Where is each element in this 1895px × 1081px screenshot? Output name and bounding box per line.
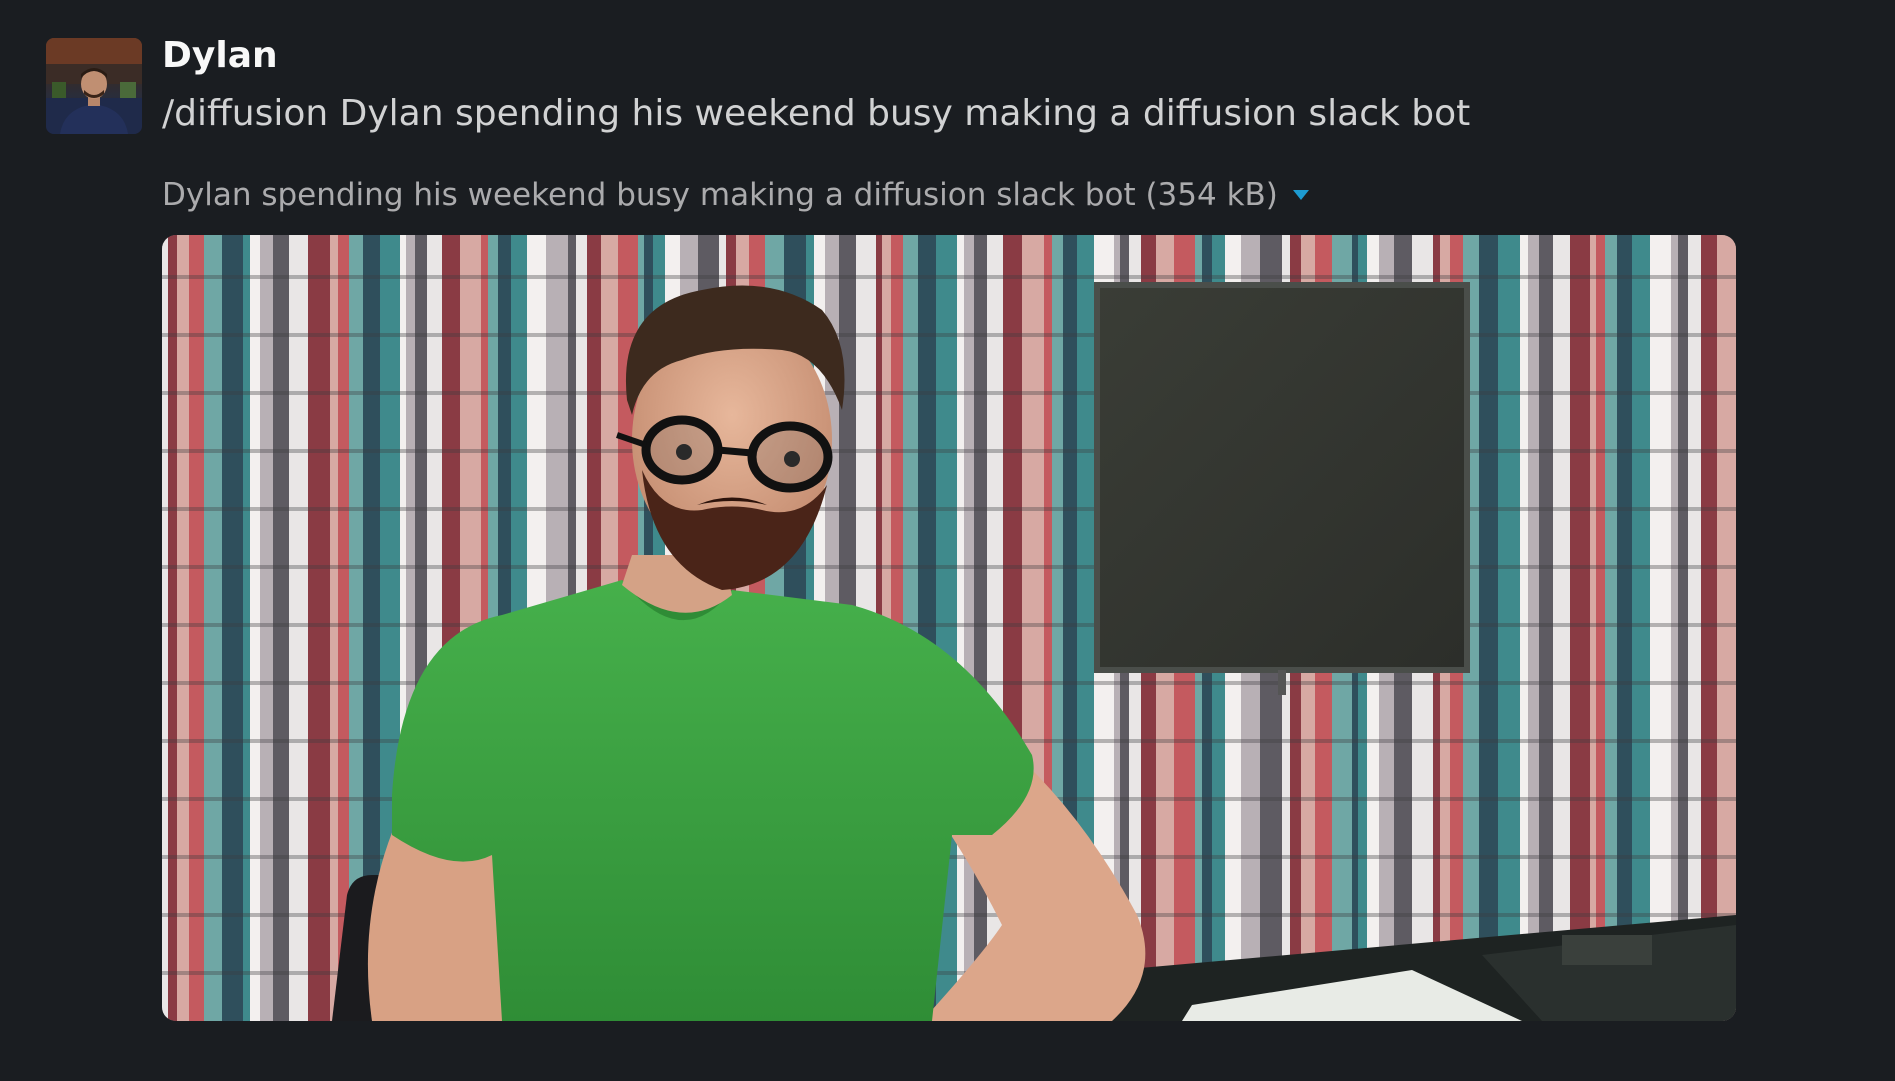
- file-header: Dylan spending his weekend busy making a…: [162, 172, 1312, 218]
- file-label: Dylan spending his weekend busy making a…: [162, 177, 1278, 213]
- caret-down-icon[interactable]: [1290, 184, 1312, 206]
- author-name[interactable]: Dylan: [162, 32, 278, 80]
- attached-image[interactable]: [162, 235, 1736, 1021]
- avatar[interactable]: [46, 38, 142, 134]
- generated-image: [162, 235, 1736, 1021]
- message: Dylan /diffusion Dylan spending his week…: [0, 0, 1895, 1081]
- message-text: /diffusion Dylan spending his weekend bu…: [162, 93, 1471, 134]
